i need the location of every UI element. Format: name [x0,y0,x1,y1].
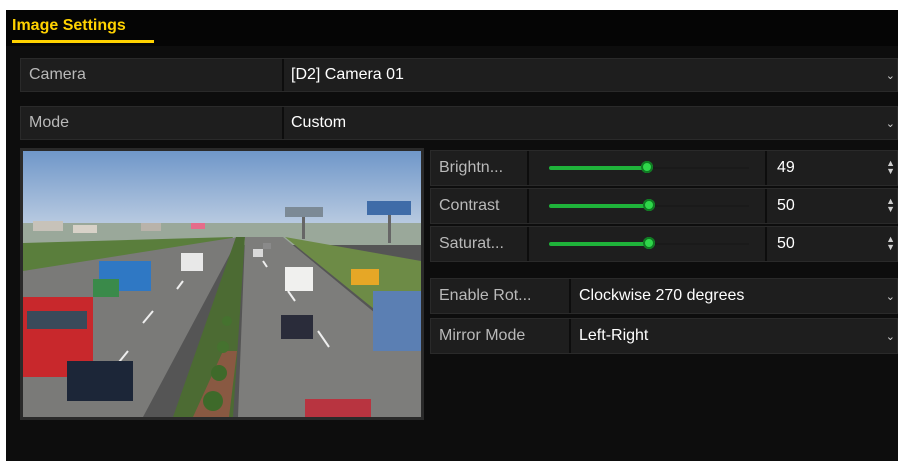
camera-label: Camera [29,66,86,83]
mirror-mode-label: Mirror Mode [439,327,526,344]
title-bar: Image Settings [6,10,898,46]
row-divider [765,189,767,223]
mirror-mode-value: Left-Right [579,327,649,344]
slider-fill [549,204,649,208]
stepper-down-icon[interactable]: ▼ [886,167,895,176]
stepper-icon[interactable]: ▲ ▼ [886,159,895,176]
stepper-icon[interactable]: ▲ ▼ [886,235,895,252]
row-divider [282,59,284,91]
title-underline [12,40,154,43]
row-divider [569,279,571,313]
adjustment-label: Saturat... [439,235,504,252]
adjustment-value[interactable]: 50 [777,189,795,223]
camera-value: [D2] Camera 01 [291,66,404,83]
row-divider [765,227,767,261]
chevron-down-icon[interactable]: ⌄ [886,319,895,353]
slider-handle[interactable] [641,161,653,173]
row-divider [282,107,284,139]
row-divider [527,151,529,185]
camera-preview [20,148,424,420]
adjustment-value[interactable]: 50 [777,227,795,261]
adjustment-value[interactable]: 49 [777,151,795,185]
chevron-down-icon[interactable]: ⌄ [886,59,895,91]
row-divider [527,227,529,261]
row-divider [765,151,767,185]
mode-select[interactable]: Mode Custom ⌄ [20,106,898,140]
row-divider [569,319,571,353]
camera-select[interactable]: Camera [D2] Camera 01 ⌄ [20,58,898,92]
mode-value: Custom [291,114,347,131]
rotation-select[interactable]: Enable Rot... Clockwise 270 degrees ⌄ [430,278,898,314]
stepper-down-icon[interactable]: ▼ [886,243,895,252]
highway-scene-image [23,151,421,417]
adjustment-row: Brightn... 49 ▲ ▼ [430,150,898,186]
adjustment-row: Saturat... 50 ▲ ▼ [430,226,898,262]
chevron-down-icon[interactable]: ⌄ [886,279,895,313]
stepper-down-icon[interactable]: ▼ [886,205,895,214]
rotation-value: Clockwise 270 degrees [579,287,745,304]
adjustment-label: Contrast [439,197,500,214]
row-divider [527,189,529,223]
slider-handle[interactable] [643,199,655,211]
adjustment-row: Contrast 50 ▲ ▼ [430,188,898,224]
image-settings-screen: Image Settings Camera [D2] Camera 01 ⌄ M… [6,10,898,461]
mirror-mode-select[interactable]: Mirror Mode Left-Right ⌄ [430,318,898,354]
chevron-down-icon[interactable]: ⌄ [886,107,895,139]
page-title: Image Settings [12,17,126,34]
slider-handle[interactable] [643,237,655,249]
slider-fill [549,166,647,170]
mode-label: Mode [29,114,70,131]
adjustment-label: Brightn... [439,159,504,176]
slider-fill [549,242,649,246]
stepper-icon[interactable]: ▲ ▼ [886,197,895,214]
rotation-label: Enable Rot... [439,287,532,304]
